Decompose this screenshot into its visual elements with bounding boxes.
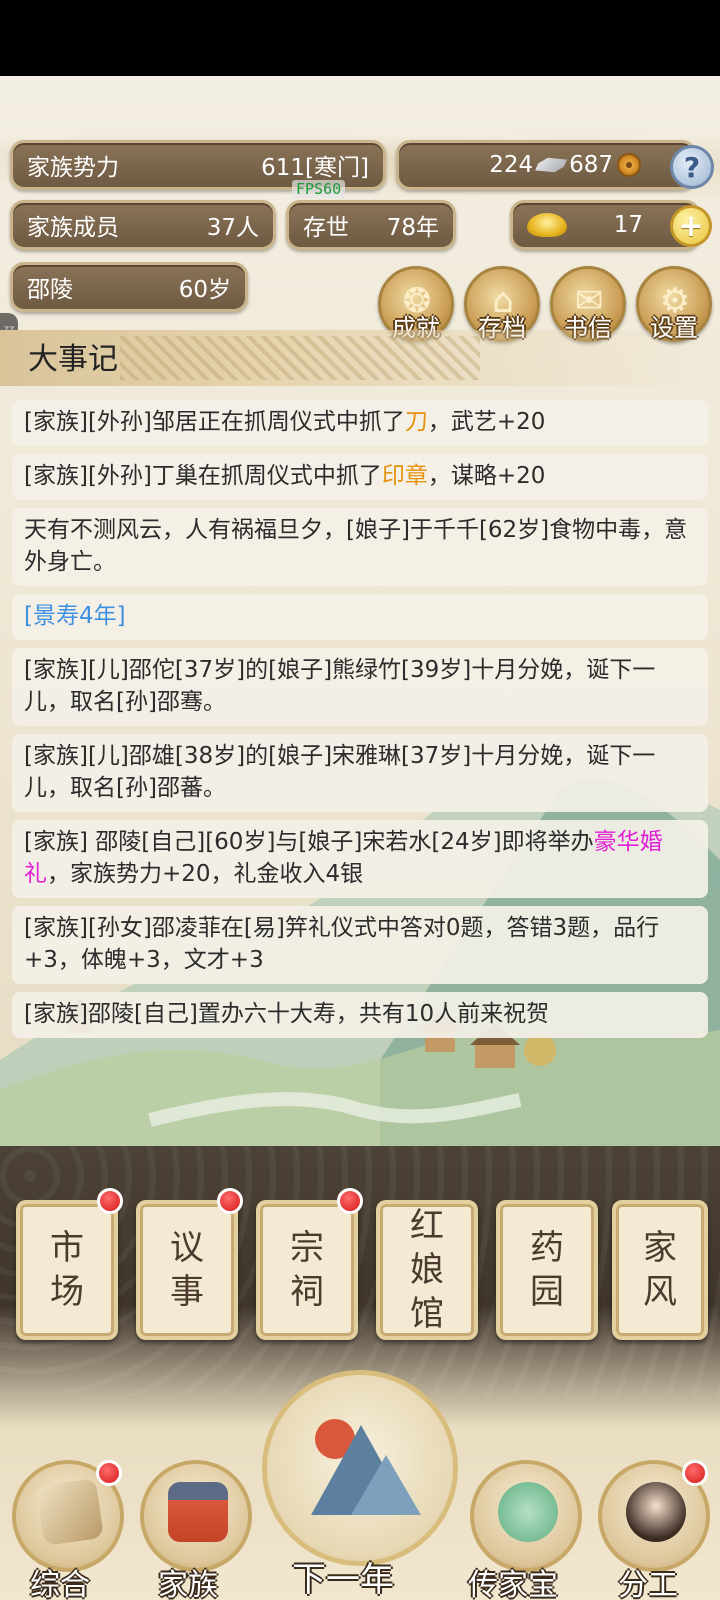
event-text: ，武艺+20 — [427, 409, 546, 435]
event-log-list: [家族][外孙]邹居正在抓周仪式中抓了刀，武艺+20 [家族][外孙]丁巢在抓周… — [12, 400, 708, 1046]
help-button[interactable]: ? — [670, 145, 714, 189]
add-gold-button[interactable]: + — [670, 205, 712, 247]
council-card[interactable]: 议事 — [136, 1200, 238, 1340]
event-log-item: [家族] 邵陵[自己][60岁]与[娘子]宋若水[24岁]即将举办豪华婚礼，家族… — [12, 820, 708, 898]
event-text: [家族][外孙]丁巢在抓周仪式中抓了 — [24, 463, 382, 489]
event-text: [家族] 邵陵[自己][60岁]与[娘子]宋若水[24岁]即将举办 — [24, 829, 594, 855]
gold-value: 17 — [613, 212, 643, 238]
event-highlight: 印章 — [381, 463, 428, 489]
copper-coin-icon — [617, 153, 641, 177]
currency-stat: 224 687 — [396, 140, 696, 190]
event-log-item: [家族][外孙]丁巢在抓周仪式中抓了印章，谋略+20 — [12, 454, 708, 500]
mountain-icon — [311, 1419, 421, 1515]
family-button[interactable] — [140, 1460, 252, 1572]
events-title: 大事记 — [28, 342, 118, 377]
event-text: [家族][儿]邵佗[37岁]的[娘子]熊绿竹[39岁]十月分娩，诞下一儿，取名[… — [24, 657, 656, 715]
family-members-stat: 家族成员 37人 — [10, 200, 276, 250]
existence-value: 78年 — [386, 215, 439, 241]
event-text: [家族]邵陵[自己]置办六十大寿，共有10人前来祝贺 — [24, 1001, 550, 1027]
event-text: [家族][孙女]邵凌菲在[易]笄礼仪式中答对0题，答错3题，品行+3，体魄+3，… — [24, 915, 660, 973]
card-text: 宗 — [290, 1228, 324, 1268]
existence-label: 存世 — [303, 215, 349, 241]
event-log-item: [家族]邵陵[自己]置办六十大寿，共有10人前来祝贺 — [12, 992, 708, 1038]
gate-icon — [168, 1482, 228, 1542]
player-stat: 邵陵 60岁 — [10, 262, 248, 312]
family-influence-label: 家族势力 — [27, 155, 119, 181]
heirloom-label: 传家宝 — [468, 1568, 558, 1600]
question-icon: ? — [683, 150, 701, 184]
division-label: 分工 — [618, 1568, 678, 1600]
ancestral-hall-card[interactable]: 宗祠 — [256, 1200, 358, 1340]
people-icon — [626, 1482, 686, 1542]
event-log-item: [家族][外孙]邹居正在抓周仪式中抓了刀，武艺+20 — [12, 400, 708, 446]
card-text: 园 — [530, 1272, 564, 1312]
plus-icon: + — [678, 208, 704, 244]
market-card[interactable]: 市场 — [16, 1200, 118, 1340]
status-bar — [0, 0, 720, 76]
card-text: 风 — [643, 1272, 677, 1312]
family-style-card[interactable]: 家风 — [612, 1200, 708, 1340]
existence-stat: 存世 78年 — [286, 200, 456, 250]
silver-value: 224 — [489, 152, 534, 178]
notification-badge — [97, 1188, 123, 1214]
family-label: 家族 — [158, 1568, 218, 1600]
card-text: 娘 — [410, 1250, 444, 1290]
card-text: 祠 — [290, 1272, 324, 1312]
event-log-item: 天有不测风云，人有祸福旦夕，[娘子]于千千[62岁]食物中毒，意外身亡。 — [12, 508, 708, 586]
card-text: 事 — [170, 1272, 204, 1312]
family-members-value: 37人 — [206, 215, 259, 241]
overview-label: 综合 — [30, 1568, 90, 1600]
next-year-button[interactable] — [262, 1370, 458, 1566]
card-text: 家 — [643, 1228, 677, 1268]
copper-value: 687 — [569, 152, 613, 178]
scroll-icon — [36, 1478, 104, 1546]
event-text: [家族][外孙]邹居正在抓周仪式中抓了 — [24, 409, 405, 435]
card-text: 市 — [50, 1228, 84, 1268]
card-text: 场 — [50, 1272, 84, 1312]
silver-ingot-icon — [535, 157, 568, 173]
family-members-label: 家族成员 — [27, 215, 119, 241]
event-year-marker: [景寿4年] — [12, 594, 708, 640]
event-log-item: [家族][儿]邵雄[38岁]的[娘子]宋雅琳[37岁]十月分娩，诞下一儿，取名[… — [12, 734, 708, 812]
herb-garden-card[interactable]: 药园 — [496, 1200, 598, 1340]
next-year-label: 下一年 — [292, 1560, 394, 1600]
family-influence-value: 611[寒门] — [261, 155, 369, 181]
gold-ingot-icon — [527, 213, 567, 237]
matchmaker-card[interactable]: 红娘馆 — [376, 1200, 478, 1340]
player-name: 邵陵 — [27, 277, 73, 303]
notification-badge — [217, 1188, 243, 1214]
event-log-item: [家族][孙女]邵凌菲在[易]笄礼仪式中答对0题，答错3题，品行+3，体魄+3，… — [12, 906, 708, 984]
game-screen: 家族势力 611[寒门] FPS60 224 687 ? 家族成员 37人 存世… — [0, 0, 720, 1600]
jade-icon — [498, 1482, 558, 1542]
notification-badge — [96, 1460, 122, 1486]
event-text: ，家族势力+20，礼金收入4银 — [47, 861, 364, 887]
event-highlight: 刀 — [404, 409, 428, 435]
card-text: 馆 — [410, 1294, 444, 1334]
notification-badge — [337, 1188, 363, 1214]
card-text: 红 — [410, 1206, 444, 1246]
event-log-item: [家族][儿]邵佗[37岁]的[娘子]熊绿竹[39岁]十月分娩，诞下一儿，取名[… — [12, 648, 708, 726]
notification-badge — [682, 1460, 708, 1486]
player-age: 60岁 — [178, 277, 231, 303]
year-text: [景寿4年] — [24, 603, 126, 629]
heirloom-button[interactable] — [470, 1460, 582, 1572]
event-text: ，谋略+20 — [427, 463, 546, 489]
card-text: 议 — [170, 1228, 204, 1268]
event-text: [家族][儿]邵雄[38岁]的[娘子]宋雅琳[37岁]十月分娩，诞下一儿，取名[… — [24, 743, 656, 801]
fps-counter: FPS60 — [292, 180, 346, 198]
event-text: 天有不测风云，人有祸福旦夕，[娘子]于千千[62岁]食物中毒，意外身亡。 — [24, 517, 688, 575]
card-text: 药 — [530, 1228, 564, 1268]
